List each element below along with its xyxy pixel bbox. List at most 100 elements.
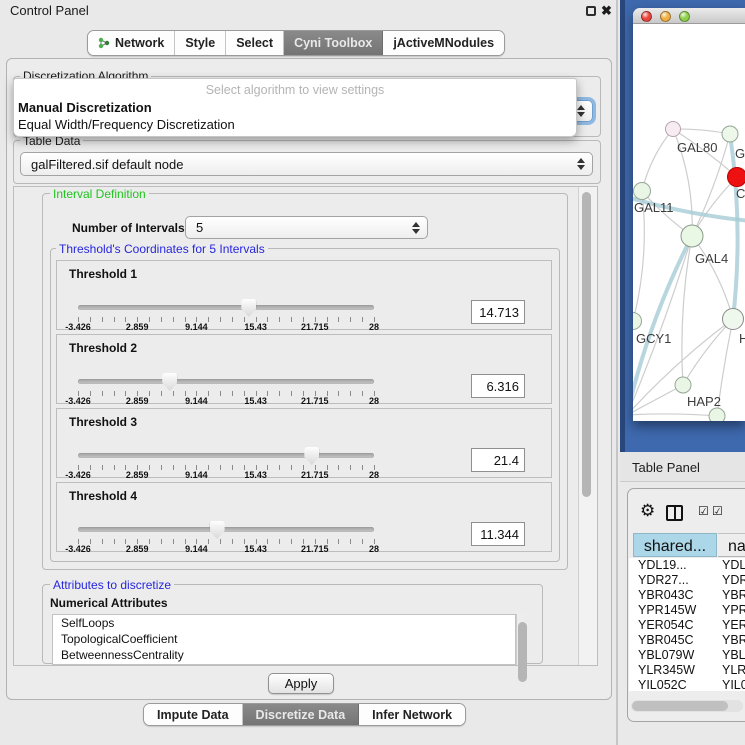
tick-label: 9.144 xyxy=(185,470,208,480)
apply-button[interactable]: Apply xyxy=(268,673,334,694)
attribute-item-topologicalcoefficient[interactable]: TopologicalCoefficient xyxy=(53,631,515,647)
column-header-name[interactable]: name xyxy=(718,533,745,557)
network-edge[interactable] xyxy=(673,129,730,134)
network-node-gcy1[interactable] xyxy=(633,313,642,330)
cell-name: YDR27... xyxy=(722,573,745,588)
node-label-gcy1: GCY1 xyxy=(636,331,671,346)
threshold-4-slider-track[interactable] xyxy=(78,527,374,532)
vertical-scrollbar-thumb[interactable] xyxy=(582,192,591,497)
column-header-shared-name[interactable]: shared... xyxy=(633,533,717,557)
numerical-attributes-list: SelfLoopsTopologicalCoefficientBetweenne… xyxy=(52,614,516,665)
table-row[interactable]: YLR345WYLR345W xyxy=(629,663,745,678)
table-row[interactable]: YBR043CYBR043C xyxy=(629,588,745,603)
table-data-selected-value: galFiltered.sif default node xyxy=(31,157,183,172)
tab-network[interactable]: Network xyxy=(88,31,175,55)
table-row[interactable]: YBL079WYBL079W xyxy=(629,648,745,663)
table-row[interactable]: YDR27...YDR27... xyxy=(629,573,745,588)
gear-icon[interactable]: ⚙ xyxy=(640,501,655,521)
threshold-2-slider-thumb[interactable] xyxy=(162,373,177,391)
table-row[interactable]: YDL19...YDL19... xyxy=(629,558,745,573)
tab-style[interactable]: Style xyxy=(175,31,226,55)
tab-label: Network xyxy=(115,36,164,50)
interval-definition-group-title: Interval Definition xyxy=(50,187,149,201)
network-view-window[interactable]: GAL80GCGAL11GAL4GCY1HHAP2 xyxy=(633,8,745,421)
close-traffic-light-icon[interactable] xyxy=(641,11,652,22)
tick-mark xyxy=(114,539,115,544)
threshold-2-slider-track[interactable] xyxy=(78,379,374,384)
checkbox-icon[interactable]: ☑ xyxy=(712,504,723,518)
bottom-tab-infer-network[interactable]: Infer Network xyxy=(359,704,465,725)
horizontal-scrollbar-thumb[interactable] xyxy=(632,701,728,711)
threshold-4-value-field[interactable]: 11.344 xyxy=(471,522,525,546)
tick-label: 2.859 xyxy=(126,470,149,480)
network-edge[interactable] xyxy=(730,134,738,319)
network-node-gal11[interactable] xyxy=(634,183,651,200)
tick-mark xyxy=(114,317,115,322)
threshold-4-slider-thumb[interactable] xyxy=(210,521,225,539)
node-label-c: C xyxy=(736,186,745,201)
number-of-intervals-combobox[interactable]: 5 xyxy=(185,216,428,239)
table-panel-title: Table Panel xyxy=(632,460,700,475)
tick-mark xyxy=(338,317,339,322)
tab-select[interactable]: Select xyxy=(226,31,284,55)
zoom-traffic-light-icon[interactable] xyxy=(679,11,690,22)
cell-name: YDL19... xyxy=(722,558,745,573)
table-row[interactable]: YBR045CYBR045C xyxy=(629,633,745,648)
attributes-list-scrollbar[interactable] xyxy=(516,614,527,665)
checkbox-icon[interactable]: ☑ xyxy=(698,504,709,518)
attribute-item-selfloops[interactable]: SelfLoops xyxy=(53,615,515,631)
dropdown-option-equal-width-frequency[interactable]: Equal Width/Frequency Discretization xyxy=(18,117,235,132)
network-edge[interactable] xyxy=(683,319,733,385)
minimize-traffic-light-icon[interactable] xyxy=(660,11,671,22)
table-row[interactable]: YER054CYER054C xyxy=(629,618,745,633)
tab-label: Style xyxy=(185,36,215,50)
tick-label: 28 xyxy=(369,322,379,332)
network-node-c[interactable] xyxy=(728,168,745,187)
threshold-3-value-field[interactable]: 21.4 xyxy=(471,448,525,472)
tick-mark xyxy=(279,317,280,322)
tick-mark xyxy=(220,465,221,470)
close-icon[interactable]: ✖ xyxy=(601,3,612,19)
tick-mark xyxy=(114,391,115,396)
threshold-1-value-field[interactable]: 14.713 xyxy=(471,300,525,324)
network-node-gal80[interactable] xyxy=(666,122,681,137)
network-node-g[interactable] xyxy=(722,126,738,142)
network-edge[interactable] xyxy=(682,236,692,385)
horizontal-scrollbar-track[interactable] xyxy=(631,700,743,712)
network-node[interactable] xyxy=(709,408,725,421)
split-columns-icon[interactable] xyxy=(666,505,683,521)
tick-mark xyxy=(267,317,268,322)
threshold-3-slider-thumb[interactable] xyxy=(304,447,319,465)
network-edge[interactable] xyxy=(633,414,717,416)
tick-label: 28 xyxy=(369,396,379,406)
threshold-2-value-field[interactable]: 6.316 xyxy=(471,374,525,398)
threshold-1-slider-thumb[interactable] xyxy=(241,299,256,317)
table-data-combobox[interactable]: galFiltered.sif default node xyxy=(20,152,593,176)
float-window-icon[interactable] xyxy=(586,6,596,16)
control-panel-title: Control Panel xyxy=(10,3,89,18)
tick-label: 21.715 xyxy=(301,470,329,480)
tick-mark xyxy=(232,539,233,544)
network-canvas[interactable]: GAL80GCGAL11GAL4GCY1HHAP2 xyxy=(633,25,745,421)
bottom-tab-impute-data[interactable]: Impute Data xyxy=(144,704,243,725)
tick-label: -3.426 xyxy=(65,470,91,480)
network-node-gal4[interactable] xyxy=(681,225,703,247)
dropdown-option-manual-discretization[interactable]: Manual Discretization xyxy=(18,100,152,115)
tick-label: 15.43 xyxy=(244,396,267,406)
network-edge[interactable] xyxy=(692,236,733,319)
threshold-1-slider-track[interactable] xyxy=(78,305,374,310)
bottom-tab-discretize-data[interactable]: Discretize Data xyxy=(243,704,360,725)
network-edge[interactable] xyxy=(642,129,673,191)
tab-jactivemnodules[interactable]: jActiveMNodules xyxy=(383,31,504,55)
table-row[interactable]: YIL052CYIL052C xyxy=(629,678,745,691)
network-node-h[interactable] xyxy=(723,309,744,330)
attribute-item-betweennesscentrality[interactable]: BetweennessCentrality xyxy=(53,647,515,663)
network-window-titlebar[interactable] xyxy=(633,8,745,24)
number-of-intervals-label: Number of Intervals xyxy=(72,221,185,235)
threshold-3-slider-track[interactable] xyxy=(78,453,374,458)
network-node-hap2[interactable] xyxy=(675,377,691,393)
tab-cyni-toolbox[interactable]: Cyni Toolbox xyxy=(284,31,383,55)
table-row[interactable]: YPR145WYPR145W xyxy=(629,603,745,618)
tick-label: 15.43 xyxy=(244,544,267,554)
algorithm-dropdown-popup: Select algorithm to view settings Manual… xyxy=(13,78,577,137)
